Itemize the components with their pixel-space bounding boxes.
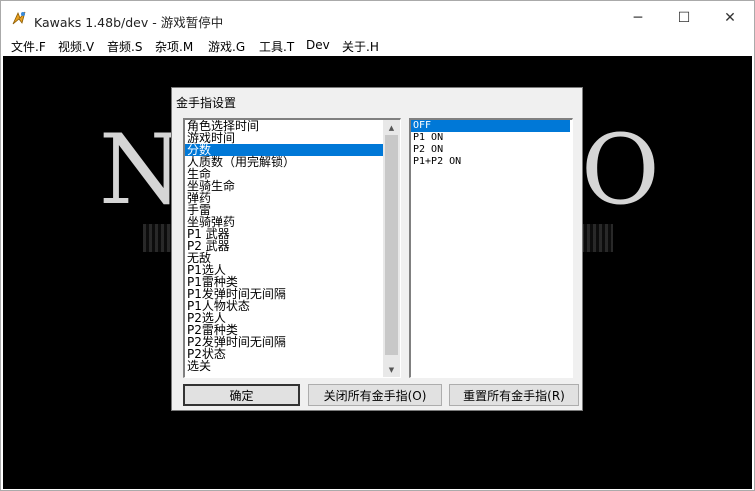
menu-file[interactable]: 文件.F [11, 38, 46, 55]
title-bar[interactable]: Kawaks 1.48b/dev - 游戏暂停中 ─ ☐ ✕ [1, 1, 754, 35]
menu-game[interactable]: 游戏.G [208, 38, 245, 55]
ok-button[interactable]: 确定 [183, 384, 300, 406]
option-list-item[interactable]: OFF [411, 120, 570, 132]
cheat-list[interactable]: 角色选择时间 游戏时间 分数 人质数（用完解锁） 生命 坐骑生命 弹药 手雷 坐骑弹药 P1 武器… [183, 118, 401, 378]
game-logo-letter-right: O [581, 114, 660, 226]
close-icon: ✕ [724, 10, 736, 26]
kawaks-app-icon [12, 11, 26, 25]
scroll-down-icon[interactable]: ▼ [383, 362, 400, 377]
cheat-list-item[interactable]: 坐骑生命 [185, 180, 385, 192]
menu-about[interactable]: 关于.H [342, 38, 379, 55]
maximize-button[interactable]: ☐ [661, 1, 707, 35]
menu-tools[interactable]: 工具.T [259, 38, 294, 55]
cheat-settings-dialog: 金手指设置 角色选择时间 游戏时间 分数 人质数（用完解锁） 生命 坐骑生命 弹药 手雷 坐骑弹… [171, 87, 583, 411]
reset-all-cheats-button[interactable]: 重置所有金手指(R) [449, 384, 579, 406]
dialog-title: 金手指设置 [176, 96, 237, 110]
cheat-list-item[interactable]: 弹药 [185, 192, 385, 204]
menu-audio[interactable]: 音频.S [107, 38, 142, 55]
cheat-list-item[interactable]: 游戏时间 [185, 132, 385, 144]
option-list-item[interactable]: P1 ON [411, 132, 570, 144]
menu-dev[interactable]: Dev [306, 38, 330, 52]
maximize-icon: ☐ [677, 10, 691, 26]
cheat-list-item[interactable]: 人质数（用完解锁） [185, 156, 385, 168]
menu-misc[interactable]: 杂项.M [155, 38, 193, 55]
cheat-list-rows: 角色选择时间 游戏时间 分数 人质数（用完解锁） 生命 坐骑生命 弹药 手雷 坐骑弹药 P1 武器… [185, 120, 385, 372]
app-window: Kawaks 1.48b/dev - 游戏暂停中 ─ ☐ ✕ 文件.F 视频.V… [0, 0, 755, 491]
option-list-rows: OFF P1 ON P2 ON P1+P2 ON [411, 120, 570, 168]
close-button[interactable]: ✕ [707, 1, 753, 35]
cheat-option-list[interactable]: OFF P1 ON P2 ON P1+P2 ON [409, 118, 573, 378]
scroll-thumb[interactable] [385, 135, 398, 355]
cheat-list-scrollbar[interactable]: ▲ ▼ [383, 120, 400, 377]
option-list-item[interactable]: P1+P2 ON [411, 156, 570, 168]
cheat-list-item[interactable]: 选关 [185, 360, 385, 372]
cheat-list-item[interactable]: P2状态 [185, 348, 385, 360]
menu-bar: 文件.F 视频.V 音频.S 杂项.M 游戏.G 工具.T Dev 关于.H [1, 35, 754, 56]
menu-video[interactable]: 视频.V [58, 38, 94, 55]
minimize-button[interactable]: ─ [615, 1, 661, 35]
cheat-list-item[interactable]: P2 武器 [185, 240, 385, 252]
option-list-item[interactable]: P2 ON [411, 144, 570, 156]
window-title: Kawaks 1.48b/dev - 游戏暂停中 [34, 15, 224, 30]
scroll-up-icon[interactable]: ▲ [383, 120, 400, 135]
minimize-icon: ─ [633, 10, 643, 26]
close-all-cheats-button[interactable]: 关闭所有金手指(O) [308, 384, 442, 406]
